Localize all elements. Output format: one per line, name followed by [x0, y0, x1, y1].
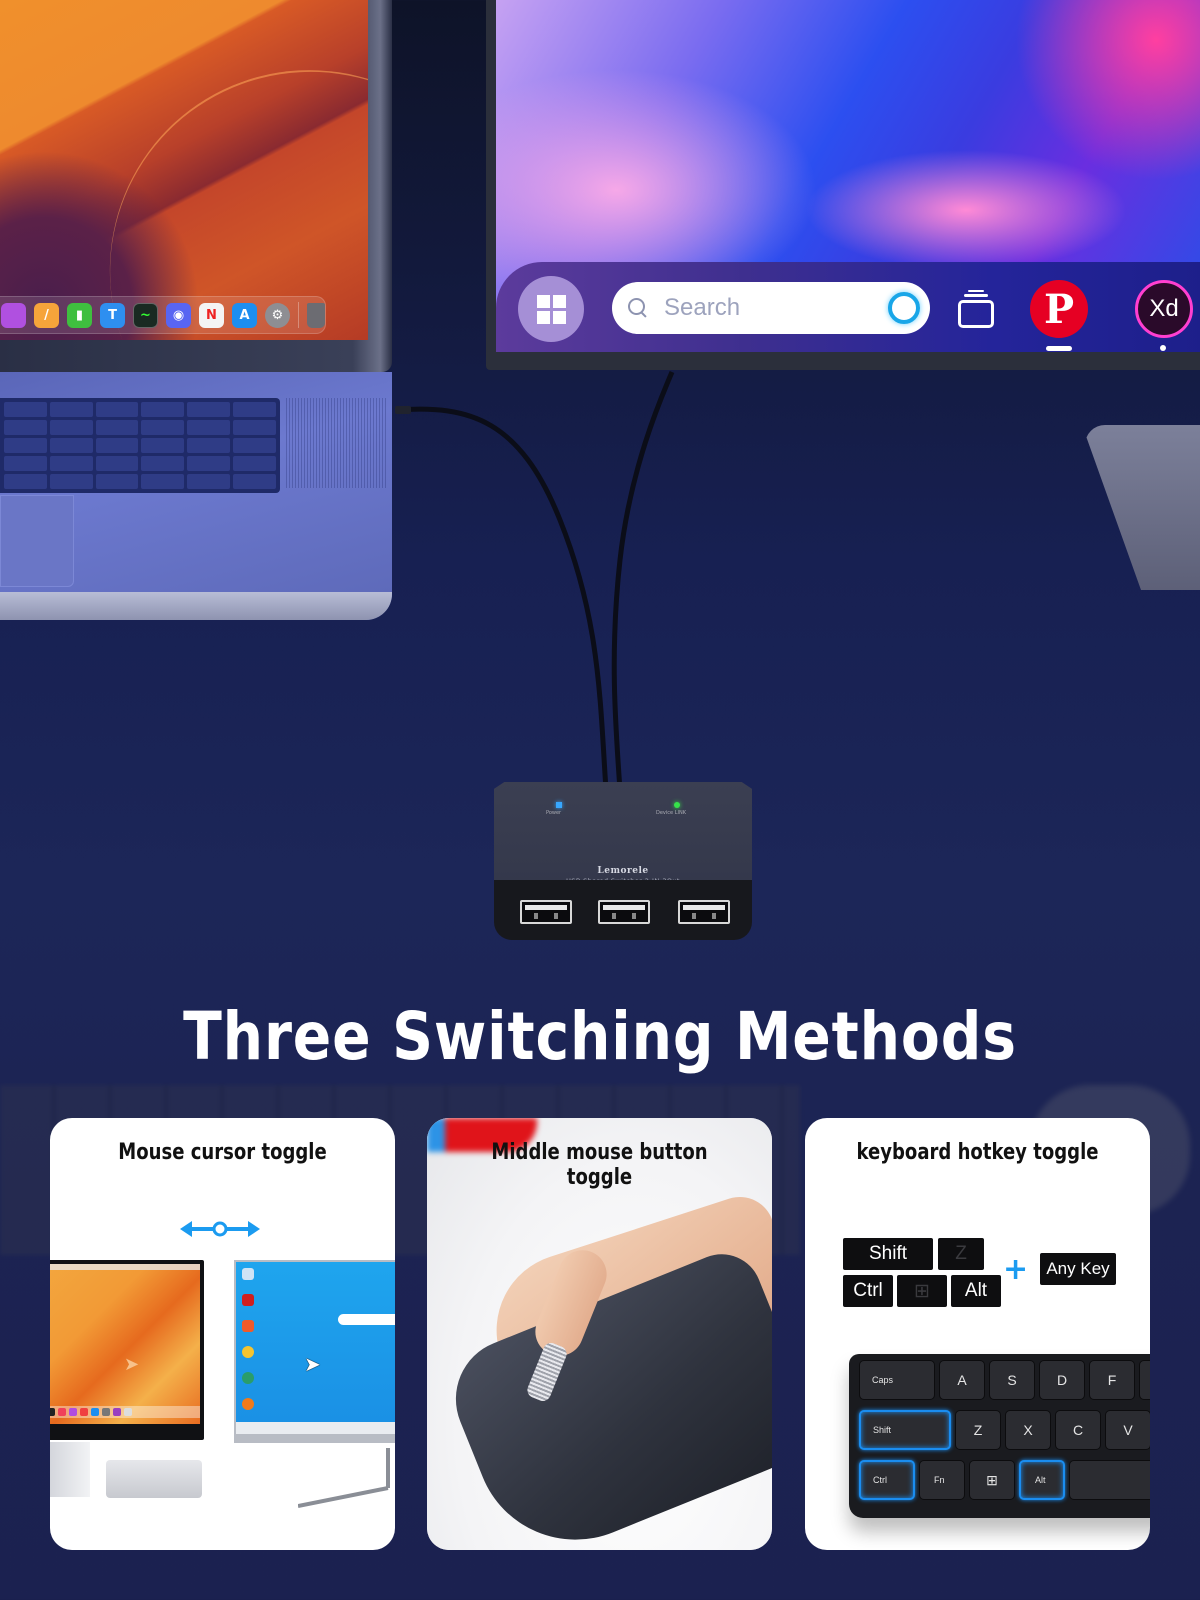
card-title: keyboard hotkey toggle: [856, 1140, 1099, 1165]
key-caps: Caps: [859, 1360, 935, 1400]
method-card-keyboard-hotkey: keyboard hotkey toggle Shift Z Ctrl ⊞ Al…: [805, 1118, 1150, 1550]
inactive-cursor-icon: ➤: [124, 1354, 140, 1375]
key-fn: Fn: [919, 1460, 965, 1500]
method-card-mouse-cursor: Mouse cursor toggle ➤ ➤: [50, 1118, 395, 1550]
card-title: Middle mouse button toggle: [491, 1140, 708, 1190]
windows-desktop: ➤: [236, 1262, 395, 1434]
key-s: S: [989, 1360, 1035, 1400]
key-d: D: [1039, 1360, 1085, 1400]
key-windows-icon: ⊞: [969, 1460, 1015, 1500]
cable-from-laptop: [397, 406, 609, 791]
macos-mini-dock: [50, 1406, 200, 1418]
hotkey-shift: Shift: [843, 1238, 933, 1270]
usb-port[interactable]: [598, 900, 650, 924]
card-title: Mouse cursor toggle: [118, 1140, 327, 1165]
windows-search-pill: [338, 1314, 395, 1325]
key-g: [1139, 1360, 1150, 1400]
desktop-icons: [242, 1268, 254, 1410]
key-c: C: [1055, 1410, 1101, 1450]
macos-menubar: [50, 1264, 200, 1270]
mac-display-stand: [50, 1442, 90, 1497]
method-card-middle-mouse: Middle mouse button toggle: [427, 1118, 772, 1550]
windows-mini-taskbar: [236, 1422, 395, 1434]
active-cursor-icon: ➤: [304, 1352, 321, 1376]
key-shift-highlighted: Shift: [859, 1410, 951, 1450]
plus-icon: +: [1003, 1252, 1029, 1287]
hotkey-any-key: Any Key: [1040, 1253, 1116, 1285]
double-arrow-icon: [180, 1221, 260, 1237]
device-link-led-icon: [674, 802, 680, 808]
hotkey-z: Z: [938, 1238, 984, 1270]
windows-display-stand: [298, 1448, 390, 1508]
power-led-icon: [556, 802, 562, 808]
key-ctrl-highlighted: Ctrl: [859, 1460, 915, 1500]
hotkey-alt: Alt: [951, 1275, 1001, 1307]
laptop-usb-c-plug: [395, 406, 411, 414]
usb-port[interactable]: [520, 900, 572, 924]
power-led-label: Power: [546, 810, 562, 816]
windows-display: ➤: [234, 1260, 395, 1443]
key-x: X: [1005, 1410, 1051, 1450]
key-space: [1069, 1460, 1150, 1500]
switch-brand-label: Lemorele: [597, 866, 649, 876]
key-z: Z: [955, 1410, 1001, 1450]
hotkey-ctrl: Ctrl: [843, 1275, 893, 1307]
mac-display: ➤: [50, 1260, 204, 1440]
cable-from-monitor: [611, 371, 675, 791]
macos-wallpaper: ➤: [50, 1264, 200, 1424]
keyboard-photo: Caps A S D F Shift Z X C V Ctrl Fn ⊞ Alt: [849, 1354, 1150, 1518]
mac-studio-computer: [106, 1460, 202, 1498]
key-v: V: [1105, 1410, 1150, 1450]
key-f: F: [1089, 1360, 1135, 1400]
page-headline: Three Switching Methods: [183, 998, 1017, 1075]
usb-port[interactable]: [678, 900, 730, 924]
key-alt-highlighted: Alt: [1019, 1460, 1065, 1500]
hotkey-windows-icon: ⊞: [897, 1275, 947, 1307]
key-a: A: [939, 1360, 985, 1400]
device-link-led-label: Device LINK: [656, 810, 686, 816]
